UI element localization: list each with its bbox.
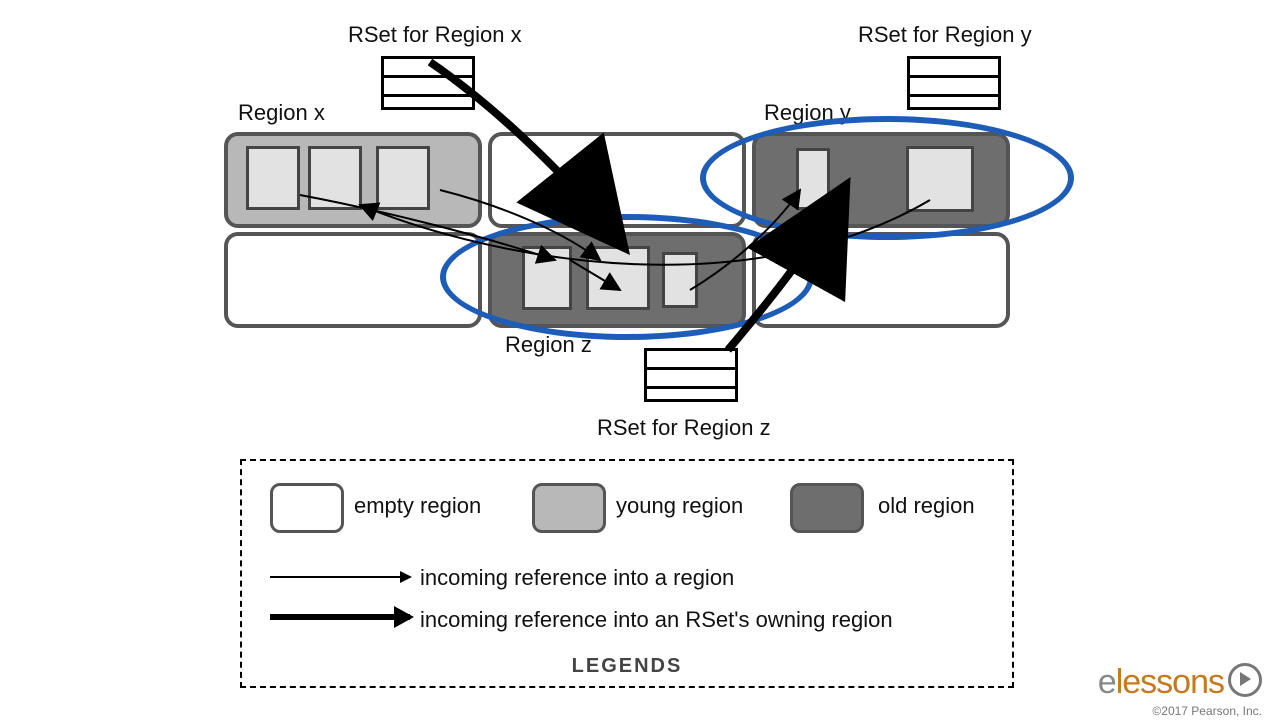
region-x-label: Region x [238,100,325,126]
legend-swatch-empty [270,483,344,533]
legend-refin-text: incoming reference into a region [420,565,734,591]
legend-swatch-young [532,483,606,533]
highlight-region-y [700,116,1074,240]
rset-z-table [644,348,738,402]
legend-arrow-thick [270,614,410,620]
play-icon [1228,663,1262,697]
region-x [224,132,482,228]
rset-y-label: RSet for Region y [858,22,1032,48]
legend-panel: empty region young region old region inc… [240,459,1014,688]
legend-refrset-text: incoming reference into an RSet's owning… [420,607,893,633]
rset-y-table [907,56,1001,110]
rset-z-label: RSet for Region z [597,415,771,441]
legend-arrow-thin [270,576,410,578]
highlight-region-z [440,214,814,340]
legend-young-text: young region [616,493,743,519]
brand-logo: elessons [1098,663,1262,702]
diagram-stage: RSet for Region x RSet for Region y Regi… [0,0,1280,720]
brand-prefix: e [1098,663,1116,701]
copyright-text: ©2017 Pearson, Inc. [1152,704,1262,718]
rset-x-table [381,56,475,110]
legend-empty-text: empty region [354,493,481,519]
brand-name: lessons [1116,663,1224,701]
legend-title: LEGENDS [242,655,1012,678]
legend-old-text: old region [878,493,975,519]
legend-swatch-old [790,483,864,533]
rset-x-label: RSet for Region x [348,22,522,48]
